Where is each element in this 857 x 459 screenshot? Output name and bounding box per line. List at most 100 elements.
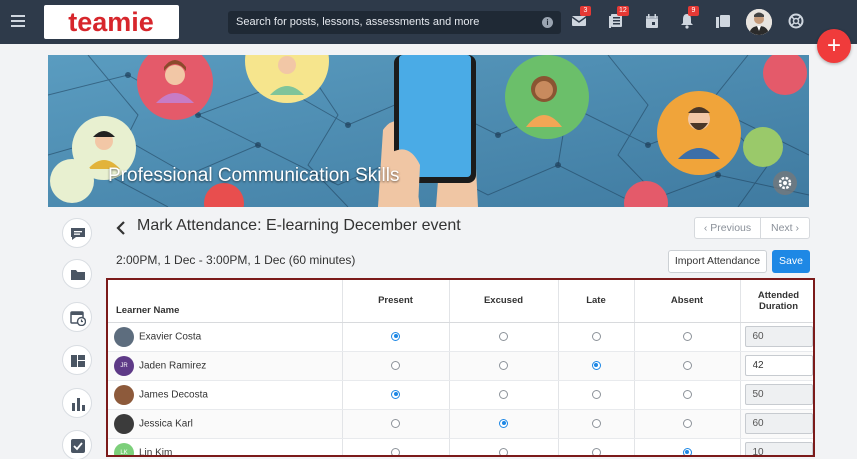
late-radio[interactable]	[591, 418, 601, 428]
folder-icon[interactable]	[62, 259, 92, 289]
late-cell	[558, 322, 635, 352]
learner-name[interactable]: Lin Kim	[139, 447, 172, 455]
present-cell	[342, 380, 450, 410]
duration-cell	[740, 322, 813, 352]
column-header-absent: Absent	[634, 280, 741, 323]
present-radio[interactable]	[391, 360, 400, 370]
present-cell	[342, 438, 450, 455]
table-row: James Decosta	[108, 380, 813, 410]
svg-text:teamie: teamie	[68, 7, 154, 37]
top-navigation-bar: teamie Search for posts, lessons, assess…	[0, 0, 857, 44]
news-feed-icon[interactable]: 12	[608, 6, 629, 31]
excused-radio[interactable]	[499, 447, 508, 455]
posts-badge: 12	[617, 6, 629, 16]
event-time-range: 2:00PM, 1 Dec - 3:00PM, 1 Dec (60 minute…	[116, 253, 356, 267]
learner-name[interactable]: Exavier Costa	[139, 331, 201, 342]
present-radio[interactable]	[391, 331, 400, 341]
excused-cell	[449, 438, 559, 455]
column-header-present: Present	[342, 280, 450, 323]
present-cell	[342, 322, 450, 352]
search-input[interactable]: Search for posts, lessons, assessments a…	[228, 11, 561, 34]
duration-cell	[740, 380, 813, 410]
absent-cell	[634, 409, 741, 439]
mail-icon[interactable]: 3	[571, 6, 591, 31]
add-button[interactable]: +	[817, 29, 851, 63]
table-row: Jessica Karl	[108, 409, 813, 439]
bell-icon[interactable]: 9	[679, 6, 699, 31]
table-header-row: Learner Name Present Excused Late Absent…	[108, 280, 813, 323]
present-radio[interactable]	[391, 389, 400, 399]
user-avatar[interactable]	[746, 9, 772, 35]
course-title: Professional Communication Skills	[108, 165, 400, 186]
excused-radio[interactable]	[499, 389, 508, 399]
present-radio[interactable]	[391, 418, 400, 428]
table-row: LK Lin Kim	[108, 438, 813, 455]
pager: ‹ Previous Next ›	[694, 217, 810, 239]
chevron-left-icon[interactable]	[116, 220, 126, 236]
schedule-icon[interactable]	[62, 302, 92, 332]
attended-duration-input[interactable]	[744, 413, 813, 434]
absent-radio[interactable]	[682, 389, 692, 399]
excused-radio[interactable]	[499, 418, 508, 428]
previous-button[interactable]: ‹ Previous	[695, 218, 761, 238]
excused-cell	[449, 380, 559, 410]
late-radio[interactable]	[591, 360, 601, 370]
info-icon[interactable]: i	[542, 17, 553, 28]
table-row: JR Jaden Ramirez	[108, 351, 813, 381]
column-header-attended-duration: Attended Duration	[740, 280, 813, 323]
late-cell	[558, 380, 635, 410]
help-icon[interactable]	[788, 13, 806, 31]
late-cell	[558, 409, 635, 439]
duration-cell	[740, 438, 813, 455]
gear-icon[interactable]	[773, 171, 797, 195]
absent-cell	[634, 438, 741, 455]
page-title: Mark Attendance: E-learning December eve…	[137, 217, 461, 234]
late-radio[interactable]	[591, 389, 601, 399]
excused-cell	[449, 351, 559, 381]
learner-name[interactable]: Jessica Karl	[139, 418, 193, 429]
present-cell	[342, 351, 450, 381]
learner-name[interactable]: Jaden Ramirez	[139, 360, 206, 371]
next-button[interactable]: Next ›	[761, 218, 809, 238]
search-placeholder: Search for posts, lessons, assessments a…	[236, 16, 480, 28]
import-attendance-button[interactable]: Import Attendance	[668, 250, 767, 273]
late-radio[interactable]	[591, 447, 601, 455]
dashboard-icon[interactable]	[62, 345, 92, 375]
absent-radio[interactable]	[682, 418, 692, 428]
calendar-icon[interactable]	[644, 13, 662, 31]
attended-duration-input[interactable]	[744, 326, 813, 347]
late-radio[interactable]	[591, 331, 601, 341]
absent-radio[interactable]	[682, 447, 692, 455]
present-radio[interactable]	[391, 447, 400, 455]
attended-duration-input[interactable]	[744, 355, 813, 376]
excused-cell	[449, 322, 559, 352]
attended-duration-input[interactable]	[744, 442, 813, 455]
checkbox-icon[interactable]	[62, 430, 92, 459]
excused-cell	[449, 409, 559, 439]
messages-badge: 3	[580, 6, 591, 16]
attended-duration-input[interactable]	[744, 384, 813, 405]
late-cell	[558, 351, 635, 381]
learner-avatar	[114, 384, 134, 405]
absent-radio[interactable]	[682, 360, 692, 370]
column-header-late: Late	[558, 280, 635, 323]
present-cell	[342, 409, 450, 439]
teamie-logo[interactable]: teamie	[44, 5, 179, 39]
absent-radio[interactable]	[682, 331, 692, 341]
learner-avatar	[114, 326, 134, 347]
column-header-learner-name: Learner Name	[108, 280, 343, 323]
bar-chart-icon[interactable]	[62, 388, 92, 418]
table-row: Exavier Costa	[108, 322, 813, 352]
alerts-badge: 9	[688, 6, 699, 16]
absent-cell	[634, 351, 741, 381]
late-cell	[558, 438, 635, 455]
copy-icon[interactable]	[715, 13, 733, 31]
discussion-icon[interactable]	[62, 218, 92, 248]
learner-name[interactable]: James Decosta	[139, 389, 208, 400]
duration-cell	[740, 351, 813, 381]
course-banner: Professional Communication Skills	[48, 55, 809, 207]
save-button[interactable]: Save	[772, 250, 810, 273]
menu-icon[interactable]	[11, 15, 25, 27]
excused-radio[interactable]	[499, 360, 508, 370]
excused-radio[interactable]	[499, 331, 508, 341]
